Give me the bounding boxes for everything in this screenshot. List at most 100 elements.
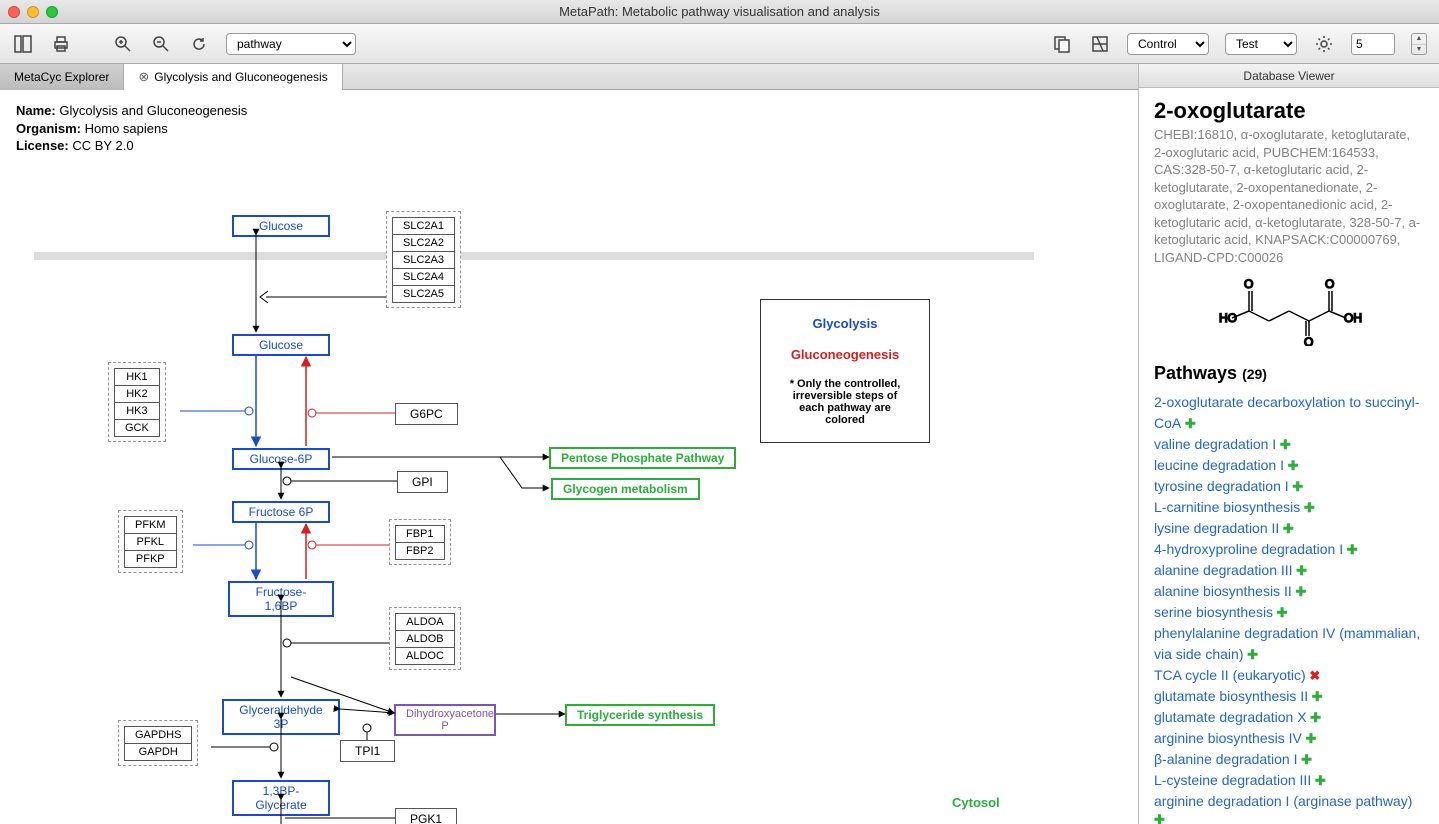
pathway-link[interactable]: β-alanine degradation I — [1154, 751, 1298, 767]
minimize-window-button[interactable] — [27, 6, 39, 18]
pathway-link[interactable]: phenylalanine degradation IV (mammalian,… — [1154, 625, 1420, 662]
add-icon[interactable]: ✚ — [1308, 689, 1323, 704]
enzyme-cell[interactable]: PFKM — [124, 516, 177, 534]
node-glucose-int[interactable]: Glucose — [232, 334, 330, 356]
tab-glycolysis[interactable]: ⊗ Glycolysis and Gluconeogenesis — [124, 64, 342, 90]
node-fructose6p[interactable]: Fructose 6P — [232, 501, 330, 523]
enzyme-cell[interactable]: GAPDH — [124, 743, 192, 761]
enzyme-group-hk[interactable]: HK1HK2HK3GCK — [108, 362, 166, 442]
copy-icon[interactable] — [1051, 33, 1073, 55]
enzyme-cell[interactable]: SLC2A4 — [392, 268, 455, 286]
add-icon[interactable]: ✚ — [1284, 458, 1299, 473]
merge-icon[interactable] — [1089, 33, 1111, 55]
add-icon[interactable]: ✚ — [1293, 563, 1308, 578]
tab-metacyc-explorer[interactable]: MetaCyc Explorer — [0, 64, 124, 90]
node-dhap[interactable]: Dihydroxyacetone-P — [394, 704, 496, 736]
add-icon[interactable]: ✚ — [1343, 542, 1358, 557]
gear-icon[interactable] — [1313, 33, 1335, 55]
number-input[interactable] — [1351, 33, 1395, 55]
pathway-link[interactable]: L-cysteine degradation III — [1154, 772, 1311, 788]
enzyme-cell[interactable]: PFKP — [124, 550, 177, 568]
enzyme-cell[interactable]: PFKL — [124, 533, 177, 551]
pathway-link[interactable]: 4-hydroxyproline degradation I — [1154, 541, 1343, 557]
add-icon[interactable]: ✚ — [1300, 500, 1315, 515]
test-select[interactable]: Test — [1225, 33, 1297, 55]
enzyme-group-aldo[interactable]: ALDOAALDOBALDOC — [389, 607, 461, 670]
enzyme-cell[interactable]: SLC2A1 — [392, 217, 455, 235]
pathway-link[interactable]: serine biosynthesis — [1154, 604, 1273, 620]
enzyme-cell[interactable]: GCK — [114, 419, 160, 437]
node-pentose-phosphate[interactable]: Pentose Phosphate Pathway — [549, 447, 736, 469]
pathway-link[interactable]: glutamate degradation X — [1154, 709, 1307, 725]
add-icon[interactable]: ✚ — [1244, 647, 1259, 662]
add-icon[interactable]: ✚ — [1302, 731, 1317, 746]
meta-name-label: Name: — [16, 103, 56, 118]
add-icon[interactable]: ✚ — [1279, 521, 1294, 536]
pathway-link[interactable]: valine degradation I — [1154, 436, 1276, 452]
add-icon[interactable]: ✚ — [1273, 605, 1288, 620]
enzyme-gpi[interactable]: GPI — [397, 471, 448, 493]
pathway-link[interactable]: tyrosine degradation I — [1154, 478, 1289, 494]
add-icon[interactable]: ✚ — [1292, 584, 1307, 599]
tab-label: Glycolysis and Gluconeogenesis — [154, 70, 327, 84]
refresh-icon[interactable] — [188, 33, 210, 55]
pathway-link[interactable]: leucine degradation I — [1154, 457, 1284, 473]
enzyme-cell[interactable]: ALDOB — [395, 630, 455, 648]
enzyme-cell[interactable]: SLC2A3 — [392, 251, 455, 269]
pathway-select[interactable]: pathway — [226, 33, 356, 55]
close-icon[interactable]: ⊗ — [138, 69, 149, 85]
enzyme-cell[interactable]: HK1 — [114, 368, 160, 386]
remove-icon[interactable]: ✖ — [1306, 668, 1321, 683]
node-triglyceride-synthesis[interactable]: Triglyceride synthesis — [565, 704, 715, 726]
layout-icon[interactable] — [12, 33, 34, 55]
add-icon[interactable]: ✚ — [1181, 416, 1196, 431]
pathway-link[interactable]: alanine biosynthesis II — [1154, 583, 1292, 599]
pathway-link[interactable]: L-carnitine biosynthesis — [1154, 499, 1300, 515]
print-icon[interactable] — [50, 33, 72, 55]
control-select[interactable]: Control — [1127, 33, 1209, 55]
enzyme-cell[interactable]: FBP2 — [395, 542, 445, 560]
enzyme-cell[interactable]: GAPDHS — [124, 726, 192, 744]
number-stepper[interactable]: ▲▼ — [1411, 33, 1427, 55]
zoom-window-button[interactable] — [46, 6, 58, 18]
enzyme-pgk1[interactable]: PGK1 — [395, 808, 457, 824]
node-gap[interactable]: Glyceraldehyde 3P — [222, 699, 340, 735]
add-icon[interactable]: ✚ — [1307, 710, 1322, 725]
pathway-diagram[interactable]: Glucose Glucose Glucose-6P Fructose 6P F… — [0, 167, 1138, 824]
node-glycogen-metabolism[interactable]: Glycogen metabolism — [551, 478, 700, 500]
add-icon[interactable]: ✚ — [1289, 479, 1304, 494]
enzyme-group-gapdh[interactable]: GAPDHSGAPDH — [118, 720, 198, 766]
enzyme-cell[interactable]: ALDOA — [395, 613, 455, 631]
enzyme-cell[interactable]: HK3 — [114, 402, 160, 420]
enzyme-g6pc[interactable]: G6PC — [395, 403, 458, 425]
pathways-label: Pathways — [1154, 363, 1237, 383]
add-icon[interactable]: ✚ — [1276, 437, 1291, 452]
zoom-out-icon[interactable] — [150, 33, 172, 55]
pathway-link[interactable]: glutamate biosynthesis II — [1154, 688, 1308, 704]
add-icon[interactable]: ✚ — [1311, 773, 1326, 788]
enzyme-group-pfk[interactable]: PFKMPFKLPFKP — [118, 510, 183, 573]
enzyme-cell[interactable]: SLC2A5 — [392, 285, 455, 303]
enzyme-cell[interactable]: SLC2A2 — [392, 234, 455, 252]
node-glucose6p[interactable]: Glucose-6P — [232, 448, 330, 470]
pathway-metadata: Name: Glycolysis and Gluconeogenesis Org… — [0, 90, 1138, 167]
add-icon[interactable]: ✚ — [1298, 752, 1313, 767]
legend-gluconeogenesis: Gluconeogenesis — [785, 347, 905, 362]
pathway-link[interactable]: lysine degradation II — [1154, 520, 1279, 536]
enzyme-tpi1[interactable]: TPI1 — [340, 740, 395, 762]
node-fructose16bp[interactable]: Fructose-1,6BP — [228, 581, 334, 617]
enzyme-cell[interactable]: FBP1 — [395, 525, 445, 543]
add-icon[interactable]: ✚ — [1154, 812, 1165, 824]
pathway-link[interactable]: arginine degradation I (arginase pathway… — [1154, 793, 1412, 809]
enzyme-group-slc[interactable]: SLC2A1SLC2A2SLC2A3SLC2A4SLC2A5 — [386, 211, 461, 308]
node-glucose-ext[interactable]: Glucose — [232, 215, 330, 237]
enzyme-cell[interactable]: ALDOC — [395, 647, 455, 665]
close-window-button[interactable] — [8, 6, 20, 18]
pathway-link[interactable]: arginine biosynthesis IV — [1154, 730, 1302, 746]
zoom-in-icon[interactable] — [112, 33, 134, 55]
enzyme-cell[interactable]: HK2 — [114, 385, 160, 403]
pathway-link[interactable]: TCA cycle II (eukaryotic) — [1154, 667, 1306, 683]
pathway-link[interactable]: alanine degradation III — [1154, 562, 1293, 578]
node-13bp[interactable]: 1,3BP-Glycerate — [232, 780, 330, 816]
enzyme-group-fbp[interactable]: FBP1FBP2 — [389, 519, 451, 565]
